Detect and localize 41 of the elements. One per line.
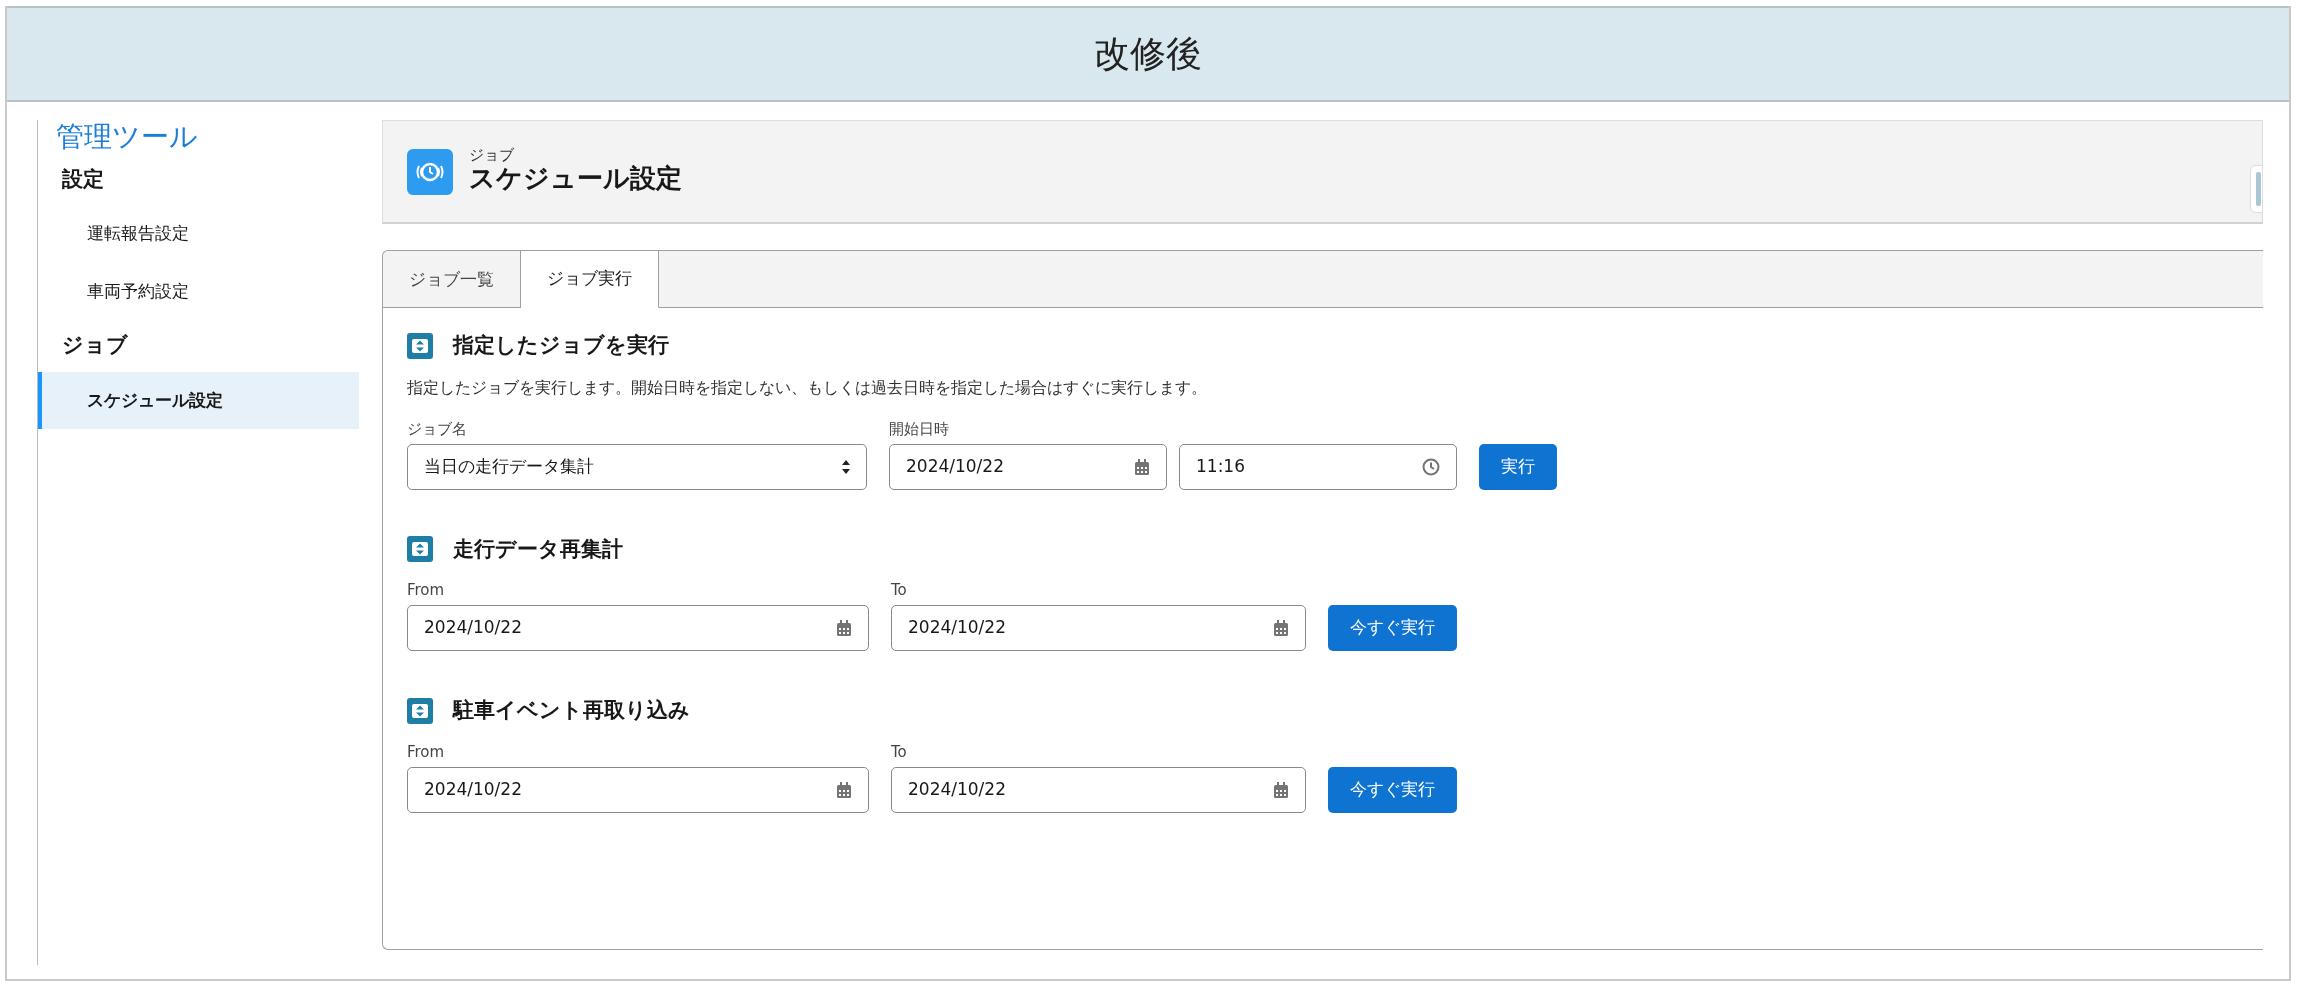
field-label: To [891,741,908,763]
nav-group-label: 設定 [61,165,105,193]
tab[interactable]: ジョブ実行 [521,251,659,308]
section-description: 指定したジョブを実行します。開始日時を指定しない、もしくは過去日時を指定した場合はすぐに実行します。 [407,376,1208,399]
calendar-icon [1134,458,1150,475]
banner-title: 改修後 [1094,32,1202,76]
clock-icon [1422,457,1440,476]
field-label: From [407,580,446,601]
field-label: 開始日時 [889,418,950,440]
sidebar-item[interactable]: スケジュール設定 [38,371,359,430]
run-button[interactable]: 今すぐ実行 [1328,605,1457,651]
select-field[interactable]: 当日の走行データ集計 [407,443,867,490]
field-label: To [891,580,908,601]
calendar-icon [836,620,852,636]
section-title: 走行データ再集計 [453,535,623,563]
run-button[interactable]: 実行 [1479,443,1557,490]
clock-icon [407,148,453,195]
calendar-icon [1273,781,1289,798]
sidebar-item[interactable]: 運転報告設定 [38,205,359,263]
calendar-icon [836,781,852,798]
sidebar-title: 管理ツール [55,120,199,154]
date-field[interactable]: 2024/10/22 [407,605,869,651]
up-down-arrows-icon [842,459,850,474]
run-button[interactable]: 今すぐ実行 [1328,766,1457,813]
date-field[interactable]: 2024/10/22 [891,605,1306,651]
date-field[interactable]: 2024/10/22 [889,443,1167,490]
page-title: スケジュール設定 [469,163,682,195]
calendar-icon [1273,620,1289,636]
date-field[interactable]: 2024/10/22 [407,766,869,813]
field-label: ジョブ名 [407,418,468,440]
nav-group-label: ジョブ [61,332,129,360]
section-icon [407,536,433,563]
field-label: From [407,741,446,763]
object-label: ジョブ [469,148,515,164]
time-field[interactable]: 11:16 [1179,443,1457,490]
section-icon [407,697,433,724]
date-field[interactable]: 2024/10/22 [891,766,1306,813]
section-title: 指定したジョブを実行 [453,332,669,359]
sidebar-item[interactable]: 車両予約設定 [38,262,359,321]
section-icon [407,332,433,359]
section-title: 駐車イベント再取り込み [453,697,690,724]
